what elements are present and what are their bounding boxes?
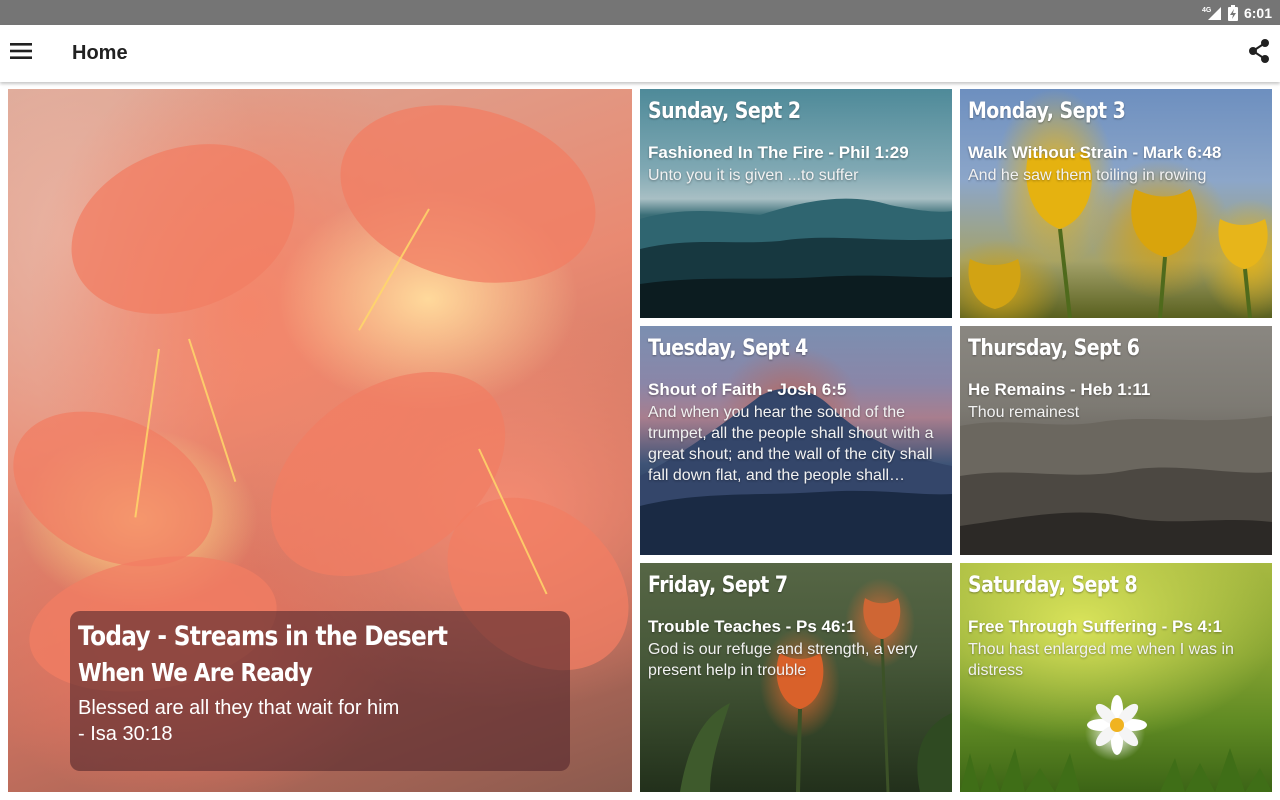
day-heading: Free Through Suffering - Ps 4:1 <box>968 617 1223 636</box>
status-bar: 4G 6:01 <box>0 0 1280 25</box>
day-date: Friday, Sept 7 <box>648 573 788 598</box>
clock-time: 6:01 <box>1243 4 1272 21</box>
page-title: Home <box>72 42 128 64</box>
day-heading: Walk Without Strain - Mark 6:48 <box>968 143 1222 162</box>
day-date: Tuesday, Sept 4 <box>648 336 808 361</box>
featured-devotional-card[interactable]: Today - Streams in the Desert When We Ar… <box>8 89 632 792</box>
day-date: Sunday, Sept 2 <box>648 99 801 124</box>
signal-4g-icon: 4G <box>1202 5 1222 21</box>
menu-button[interactable] <box>0 25 42 82</box>
featured-verse: Blessed are all they that wait for him <box>78 697 400 719</box>
day-excerpt: Unto you it is given ...to suffer <box>648 167 859 184</box>
hamburger-menu-icon <box>10 43 32 64</box>
day-excerpt: And he saw them toiling in rowing <box>968 167 1207 184</box>
day-date: Monday, Sept 3 <box>968 99 1126 124</box>
featured-text-panel: Today - Streams in the Desert When We Ar… <box>70 611 570 771</box>
day-date: Thursday, Sept 6 <box>968 336 1140 361</box>
day-card-sunday[interactable]: Sunday, Sept 2 Fashioned In The Fire - P… <box>640 89 952 318</box>
status-icons: 4G 6:01 <box>1202 0 1272 25</box>
day-excerpt: Thou remainest <box>968 404 1080 421</box>
svg-text:4G: 4G <box>1202 7 1212 14</box>
app-bar: Home <box>0 25 1280 82</box>
day-card-friday[interactable]: Friday, Sept 7 Trouble Teaches - Ps 46:1… <box>640 563 952 792</box>
battery-charging-icon <box>1227 4 1238 21</box>
day-heading: Shout of Faith - Josh 6:5 <box>648 380 847 399</box>
day-date: Saturday, Sept 8 <box>968 573 1138 598</box>
day-excerpt: God is our refuge and strength, a very p… <box>648 641 918 679</box>
day-card-monday[interactable]: Monday, Sept 3 Walk Without Strain - Mar… <box>960 89 1272 318</box>
share-button[interactable] <box>1238 25 1280 82</box>
featured-heading: When We Are Ready <box>78 658 313 687</box>
day-heading: He Remains - Heb 1:11 <box>968 380 1151 399</box>
mountain-ridge-shape <box>640 198 952 318</box>
devotional-grid: Today - Streams in the Desert When We Ar… <box>0 82 1280 800</box>
day-excerpt: And when you hear the sound of the trump… <box>648 404 934 484</box>
featured-reference: - Isa 30:18 <box>78 723 173 745</box>
featured-title: Today - Streams in the Desert <box>78 621 448 652</box>
day-card-thursday[interactable]: Thursday, Sept 6 He Remains - Heb 1:11 T… <box>960 326 1272 555</box>
share-icon <box>1248 39 1270 68</box>
day-heading: Trouble Teaches - Ps 46:1 <box>648 617 856 636</box>
day-card-saturday[interactable]: Saturday, Sept 8 Free Through Suffering … <box>960 563 1272 792</box>
day-card-tuesday[interactable]: Tuesday, Sept 4 Shout of Faith - Josh 6:… <box>640 326 952 555</box>
day-heading: Fashioned In The Fire - Phil 1:29 <box>648 143 909 162</box>
day-excerpt: Thou hast enlarged me when I was in dist… <box>968 641 1234 679</box>
